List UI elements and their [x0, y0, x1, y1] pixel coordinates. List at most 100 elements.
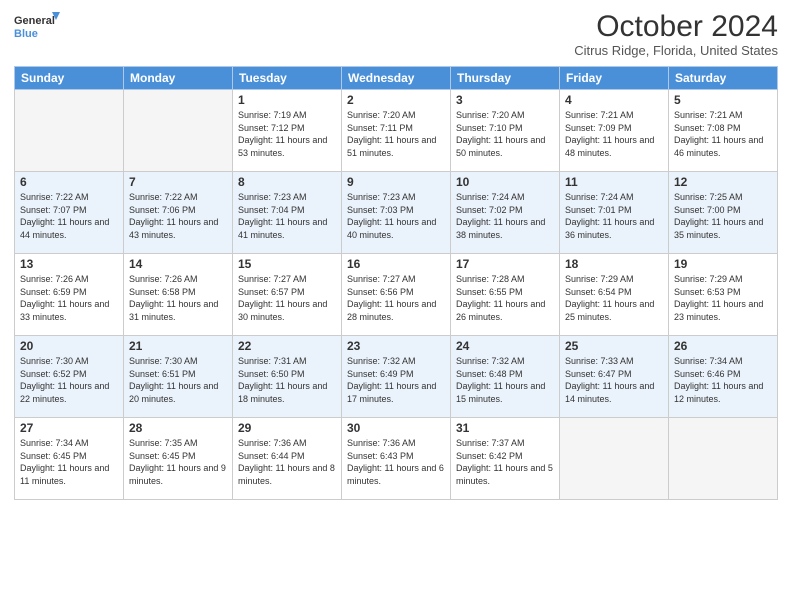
day-info: Sunrise: 7:31 AM Sunset: 6:50 PM Dayligh…: [238, 355, 336, 405]
svg-text:Blue: Blue: [14, 28, 38, 40]
week-row-2: 6 Sunrise: 7:22 AM Sunset: 7:07 PM Daylig…: [15, 172, 778, 254]
day-info: Sunrise: 7:35 AM Sunset: 6:45 PM Dayligh…: [129, 437, 227, 487]
day-cell: 9Sunrise: 7:23 AM Sunset: 7:03 PM Daylig…: [342, 172, 451, 254]
day-number: 25: [565, 339, 663, 353]
day-info: Sunrise: 7:37 AM Sunset: 6:42 PM Dayligh…: [456, 437, 554, 487]
day-number: 11: [565, 175, 663, 189]
week-row-1: 1Sunrise: 7:19 AM Sunset: 7:12 PM Daylig…: [15, 90, 778, 172]
calendar: Sunday Monday Tuesday Wednesday Thursday…: [14, 66, 778, 500]
day-info: Sunrise: 7:21 AM Sunset: 7:08 PM Dayligh…: [674, 109, 772, 159]
day-number: 21: [129, 339, 227, 353]
day-info: Sunrise: 7:22 AM Sunset: 7:06 PM Dayligh…: [129, 191, 227, 241]
day-info: Sunrise: 7:26 AM Sunset: 6:58 PM Dayligh…: [129, 273, 227, 323]
day-info: Sunrise: 7:30 AM Sunset: 6:51 PM Dayligh…: [129, 355, 227, 405]
day-number: 7: [129, 175, 227, 189]
day-cell: 5 Sunrise: 7:21 AM Sunset: 7:08 PM Daylig…: [669, 90, 778, 172]
day-info: Sunrise: 7:32 AM Sunset: 6:48 PM Dayligh…: [456, 355, 554, 405]
header-row: Sunday Monday Tuesday Wednesday Thursday…: [15, 67, 778, 90]
day-info: Sunrise: 7:25 AM Sunset: 7:00 PM Dayligh…: [674, 191, 772, 241]
col-thursday: Thursday: [451, 67, 560, 90]
week-row-4: 20Sunrise: 7:30 AM Sunset: 6:52 PM Dayli…: [15, 336, 778, 418]
day-info: Sunrise: 7:36 AM Sunset: 6:43 PM Dayligh…: [347, 437, 445, 487]
day-cell: 27 Sunrise: 7:34 AM Sunset: 6:45 PM Dayli…: [15, 418, 124, 500]
day-cell: 25 Sunrise: 7:33 AM Sunset: 6:47 PM Dayli…: [560, 336, 669, 418]
day-info: Sunrise: 7:20 AM Sunset: 7:10 PM Dayligh…: [456, 109, 554, 159]
logo-svg: General Blue: [14, 10, 60, 46]
day-info: Sunrise: 7:20 AM Sunset: 7:11 PM Dayligh…: [347, 109, 445, 159]
col-wednesday: Wednesday: [342, 67, 451, 90]
day-cell: [124, 90, 233, 172]
day-cell: 28Sunrise: 7:35 AM Sunset: 6:45 PM Dayli…: [124, 418, 233, 500]
day-cell: 1Sunrise: 7:19 AM Sunset: 7:12 PM Daylig…: [233, 90, 342, 172]
day-cell: 24 Sunrise: 7:32 AM Sunset: 6:48 PM Dayli…: [451, 336, 560, 418]
day-info: Sunrise: 7:27 AM Sunset: 6:56 PM Dayligh…: [347, 273, 445, 323]
day-info: Sunrise: 7:26 AM Sunset: 6:59 PM Dayligh…: [20, 273, 118, 323]
day-number: 15: [238, 257, 336, 271]
day-cell: [15, 90, 124, 172]
day-info: Sunrise: 7:24 AM Sunset: 7:02 PM Dayligh…: [456, 191, 554, 241]
day-number: 31: [456, 421, 554, 435]
day-cell: 12 Sunrise: 7:25 AM Sunset: 7:00 PM Dayli…: [669, 172, 778, 254]
day-cell: 4 Sunrise: 7:21 AM Sunset: 7:09 PM Daylig…: [560, 90, 669, 172]
day-cell: 6 Sunrise: 7:22 AM Sunset: 7:07 PM Daylig…: [15, 172, 124, 254]
day-info: Sunrise: 7:34 AM Sunset: 6:45 PM Dayligh…: [20, 437, 118, 487]
day-number: 29: [238, 421, 336, 435]
day-number: 22: [238, 339, 336, 353]
day-number: 26: [674, 339, 772, 353]
day-info: Sunrise: 7:23 AM Sunset: 7:03 PM Dayligh…: [347, 191, 445, 241]
week-row-3: 13 Sunrise: 7:26 AM Sunset: 6:59 PM Dayli…: [15, 254, 778, 336]
day-cell: [560, 418, 669, 500]
day-info: Sunrise: 7:23 AM Sunset: 7:04 PM Dayligh…: [238, 191, 336, 241]
day-info: Sunrise: 7:33 AM Sunset: 6:47 PM Dayligh…: [565, 355, 663, 405]
day-cell: 26 Sunrise: 7:34 AM Sunset: 6:46 PM Dayli…: [669, 336, 778, 418]
subtitle: Citrus Ridge, Florida, United States: [574, 43, 778, 58]
day-info: Sunrise: 7:24 AM Sunset: 7:01 PM Dayligh…: [565, 191, 663, 241]
day-number: 5: [674, 93, 772, 107]
day-number: 17: [456, 257, 554, 271]
day-cell: 16Sunrise: 7:27 AM Sunset: 6:56 PM Dayli…: [342, 254, 451, 336]
day-cell: 30 Sunrise: 7:36 AM Sunset: 6:43 PM Dayli…: [342, 418, 451, 500]
day-number: 4: [565, 93, 663, 107]
day-cell: 8 Sunrise: 7:23 AM Sunset: 7:04 PM Daylig…: [233, 172, 342, 254]
day-number: 20: [20, 339, 118, 353]
day-cell: [669, 418, 778, 500]
day-cell: 7 Sunrise: 7:22 AM Sunset: 7:06 PM Daylig…: [124, 172, 233, 254]
day-cell: 3Sunrise: 7:20 AM Sunset: 7:10 PM Daylig…: [451, 90, 560, 172]
day-number: 13: [20, 257, 118, 271]
day-number: 18: [565, 257, 663, 271]
logo: General Blue: [14, 10, 60, 46]
day-cell: 18 Sunrise: 7:29 AM Sunset: 6:54 PM Dayli…: [560, 254, 669, 336]
day-info: Sunrise: 7:36 AM Sunset: 6:44 PM Dayligh…: [238, 437, 336, 487]
day-number: 12: [674, 175, 772, 189]
day-info: Sunrise: 7:28 AM Sunset: 6:55 PM Dayligh…: [456, 273, 554, 323]
title-block: October 2024 Citrus Ridge, Florida, Unit…: [574, 10, 778, 58]
day-cell: 19Sunrise: 7:29 AM Sunset: 6:53 PM Dayli…: [669, 254, 778, 336]
col-friday: Friday: [560, 67, 669, 90]
day-cell: 15Sunrise: 7:27 AM Sunset: 6:57 PM Dayli…: [233, 254, 342, 336]
day-info: Sunrise: 7:29 AM Sunset: 6:54 PM Dayligh…: [565, 273, 663, 323]
day-number: 2: [347, 93, 445, 107]
day-number: 8: [238, 175, 336, 189]
col-saturday: Saturday: [669, 67, 778, 90]
day-number: 30: [347, 421, 445, 435]
day-info: Sunrise: 7:21 AM Sunset: 7:09 PM Dayligh…: [565, 109, 663, 159]
page: General Blue October 2024 Citrus Ridge, …: [0, 0, 792, 612]
day-cell: 10Sunrise: 7:24 AM Sunset: 7:02 PM Dayli…: [451, 172, 560, 254]
day-number: 27: [20, 421, 118, 435]
day-info: Sunrise: 7:22 AM Sunset: 7:07 PM Dayligh…: [20, 191, 118, 241]
day-info: Sunrise: 7:19 AM Sunset: 7:12 PM Dayligh…: [238, 109, 336, 159]
day-number: 6: [20, 175, 118, 189]
col-tuesday: Tuesday: [233, 67, 342, 90]
day-cell: 22 Sunrise: 7:31 AM Sunset: 6:50 PM Dayli…: [233, 336, 342, 418]
header: General Blue October 2024 Citrus Ridge, …: [14, 10, 778, 58]
day-cell: 21 Sunrise: 7:30 AM Sunset: 6:51 PM Dayli…: [124, 336, 233, 418]
col-sunday: Sunday: [15, 67, 124, 90]
svg-text:General: General: [14, 15, 55, 27]
day-cell: 31 Sunrise: 7:37 AM Sunset: 6:42 PM Dayli…: [451, 418, 560, 500]
day-number: 24: [456, 339, 554, 353]
day-info: Sunrise: 7:34 AM Sunset: 6:46 PM Dayligh…: [674, 355, 772, 405]
day-cell: 13 Sunrise: 7:26 AM Sunset: 6:59 PM Dayli…: [15, 254, 124, 336]
day-number: 23: [347, 339, 445, 353]
main-title: October 2024: [574, 10, 778, 43]
week-row-5: 27 Sunrise: 7:34 AM Sunset: 6:45 PM Dayli…: [15, 418, 778, 500]
